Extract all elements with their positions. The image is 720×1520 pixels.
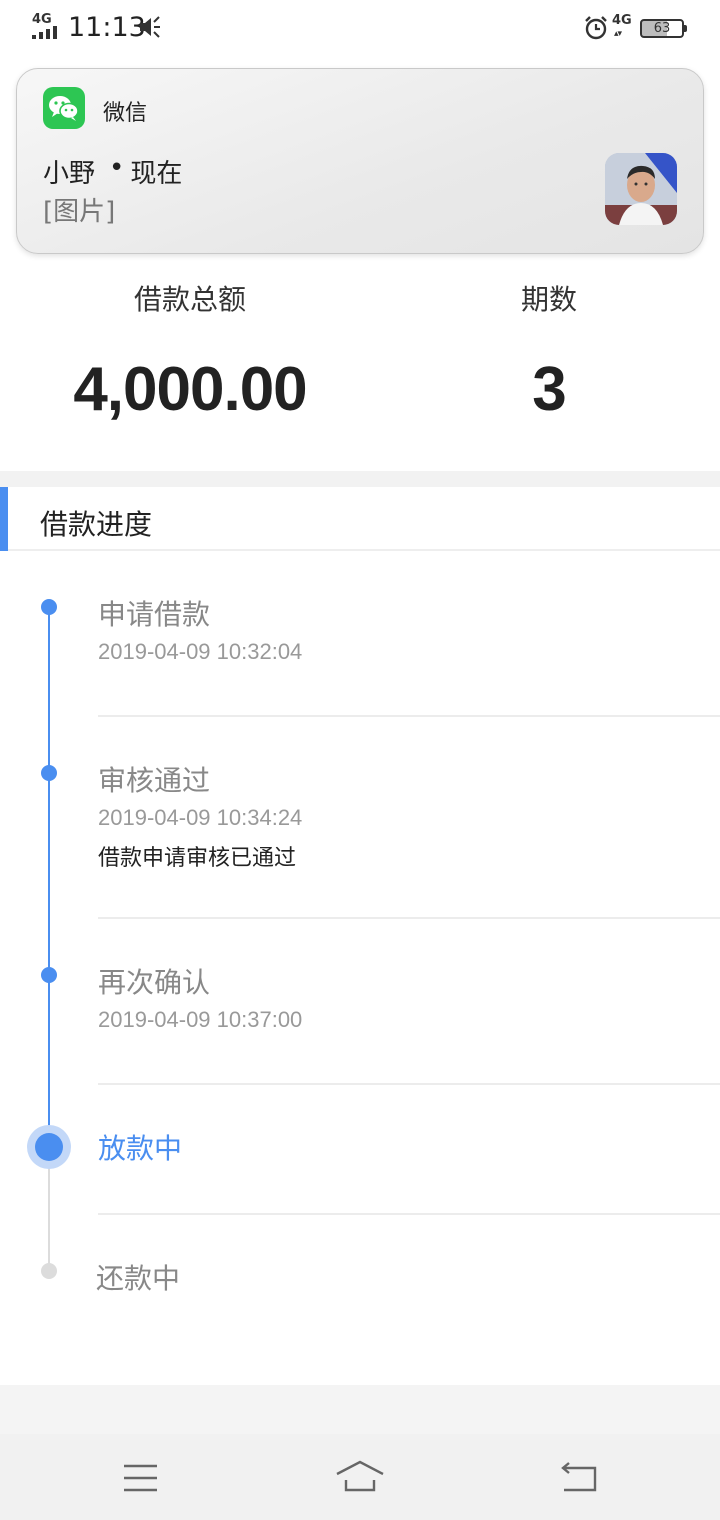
system-navigation-bar bbox=[0, 1434, 720, 1520]
timeline-dot-completed bbox=[41, 599, 57, 615]
step-separator bbox=[98, 1213, 720, 1215]
timeline-dot-completed bbox=[41, 765, 57, 781]
periods-label: 期数 bbox=[520, 283, 577, 316]
network-type: 4G bbox=[32, 12, 52, 27]
timeline-line-pending bbox=[48, 1147, 50, 1271]
step-separator bbox=[98, 715, 720, 717]
network-type-right: 4G bbox=[612, 13, 632, 28]
step-title: 申请借款 bbox=[98, 598, 211, 631]
status-bar: 4G 11:13 4G ▴▾ 63 bbox=[0, 0, 720, 56]
total-amount-value: 4,000.00 bbox=[73, 355, 307, 424]
volume-muted-icon bbox=[140, 16, 160, 38]
timeline-dot-completed bbox=[41, 967, 57, 983]
step-time: 2019-04-09 10:32:04 bbox=[98, 639, 303, 664]
avatar-thumbnail bbox=[605, 153, 677, 225]
step-separator bbox=[98, 1083, 720, 1085]
timeline-dot-pending bbox=[41, 1263, 57, 1279]
step-time: 2019-04-09 10:37:00 bbox=[98, 1007, 303, 1032]
section-divider bbox=[0, 471, 720, 487]
step-title-current: 放款中 bbox=[98, 1132, 183, 1165]
data-arrows-icon: ▴▾ bbox=[614, 29, 622, 39]
step-title: 审核通过 bbox=[98, 764, 211, 797]
timeline-line-completed bbox=[48, 607, 50, 1147]
section-accent-bar bbox=[0, 487, 8, 551]
home-button[interactable] bbox=[320, 1434, 400, 1520]
step-note: 借款申请审核已通过 bbox=[98, 846, 297, 871]
notification-title: 小野 • 现在 bbox=[43, 153, 182, 190]
home-icon bbox=[336, 1460, 384, 1492]
alarm-icon bbox=[585, 16, 607, 40]
signal-icon bbox=[32, 26, 57, 39]
step-title: 再次确认 bbox=[98, 966, 211, 999]
back-button[interactable] bbox=[540, 1434, 620, 1520]
periods-value: 3 bbox=[532, 355, 566, 424]
progress-section-header: 借款进度 bbox=[0, 487, 720, 551]
timeline-dot-current bbox=[35, 1133, 63, 1161]
notification-separator: • bbox=[109, 153, 125, 183]
wechat-icon bbox=[43, 87, 85, 129]
step-time: 2019-04-09 10:34:24 bbox=[98, 805, 303, 830]
menu-icon bbox=[124, 1464, 157, 1492]
notification-message: [图片] bbox=[43, 197, 116, 227]
back-icon bbox=[561, 1462, 597, 1492]
notification-time: 现在 bbox=[130, 159, 183, 189]
notification-sender: 小野 bbox=[43, 159, 96, 189]
menu-button[interactable] bbox=[100, 1434, 180, 1520]
total-amount-label: 借款总额 bbox=[133, 283, 246, 316]
clock: 11:13 bbox=[68, 12, 146, 43]
step-title: 还款中 bbox=[96, 1262, 181, 1295]
battery-indicator: 63 bbox=[640, 19, 687, 38]
wechat-notification[interactable]: 微信 小野 • 现在 [图片] bbox=[16, 68, 704, 254]
step-separator bbox=[98, 917, 720, 919]
notification-app-name: 微信 bbox=[103, 101, 148, 126]
progress-section-title: 借款进度 bbox=[40, 508, 153, 541]
